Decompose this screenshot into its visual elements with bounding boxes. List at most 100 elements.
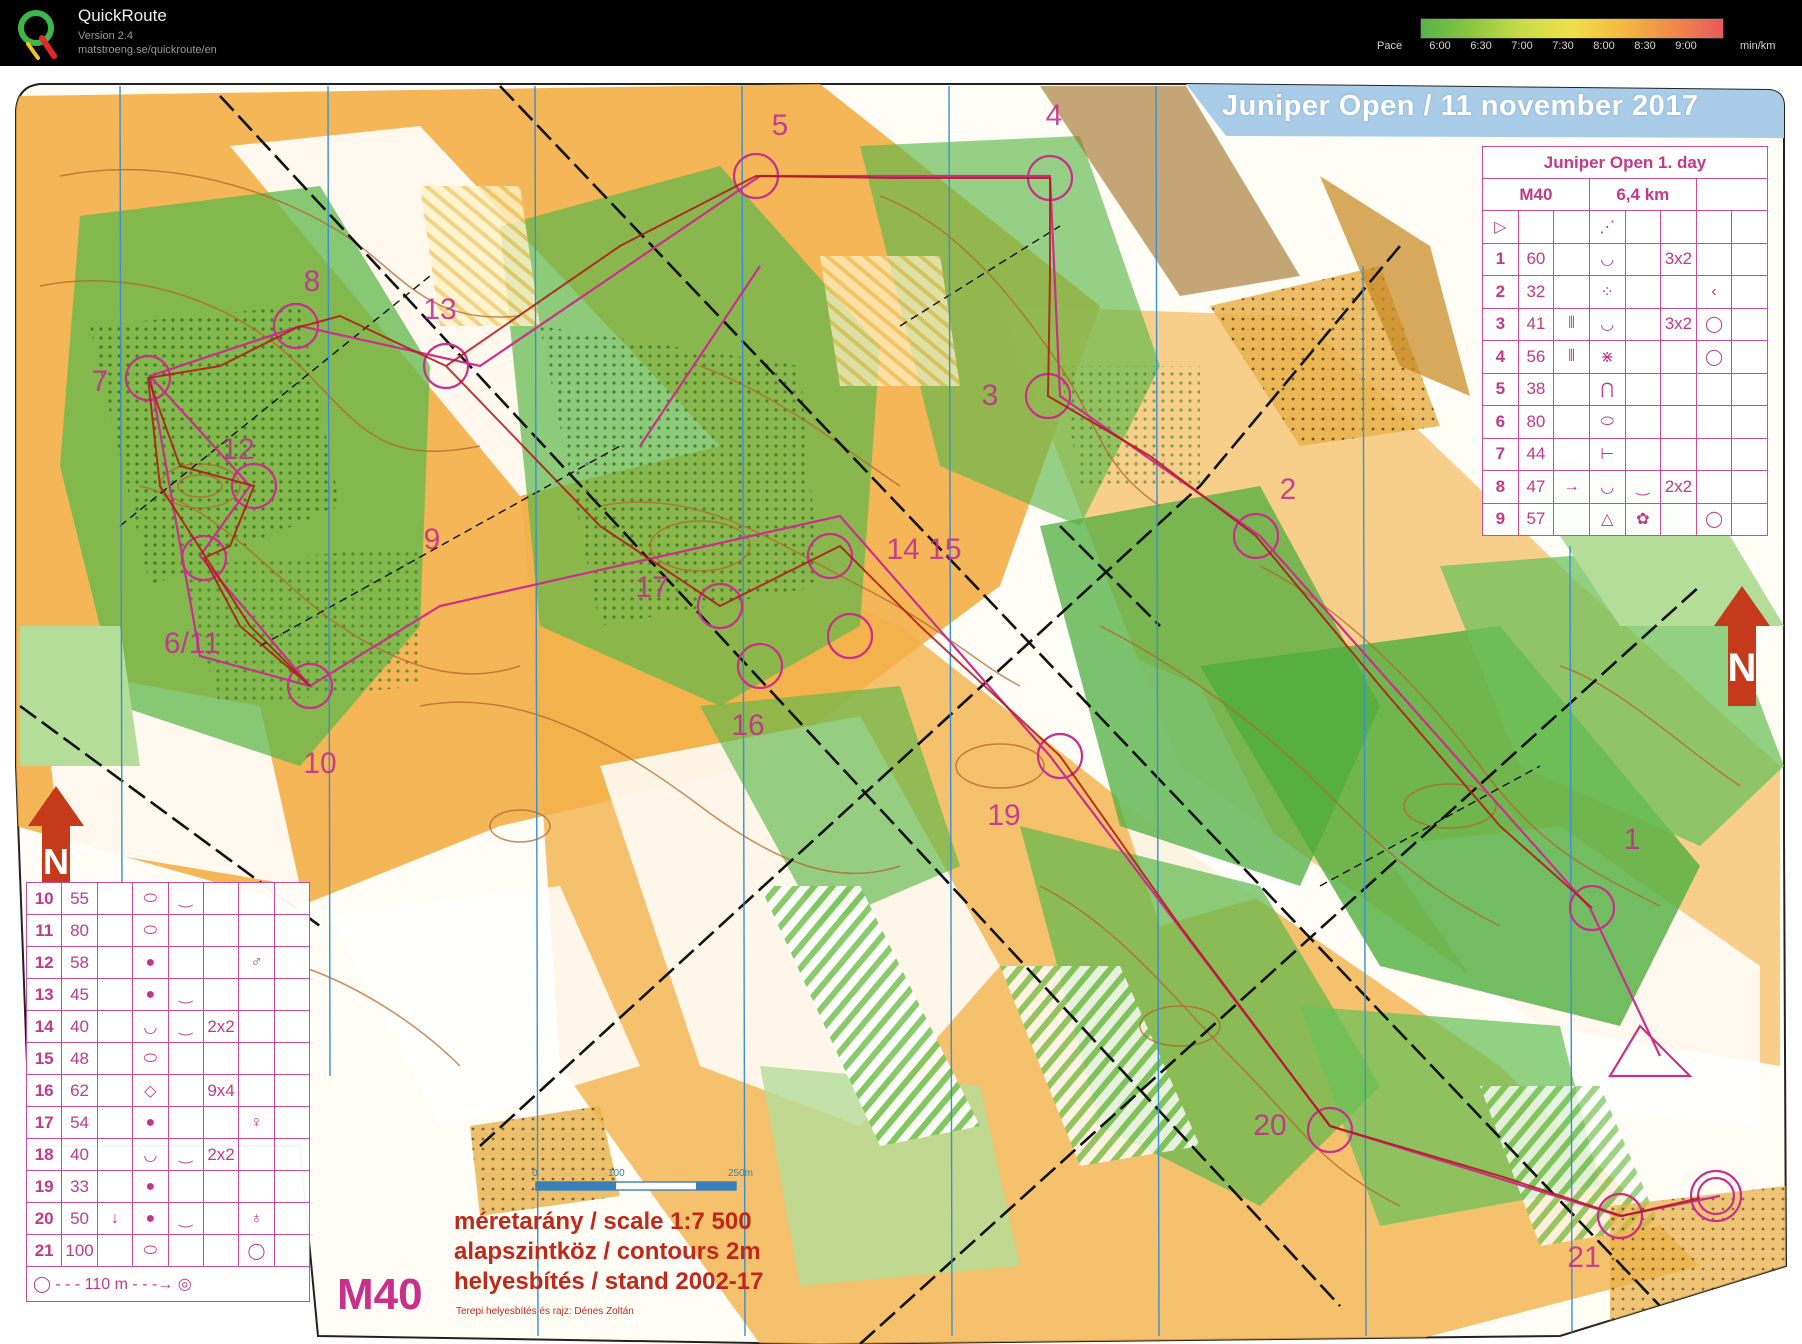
control-label-3[interactable]: 3 — [982, 379, 999, 413]
control-label-1[interactable]: 1 — [1624, 823, 1641, 857]
location-symbol-icon — [238, 1010, 275, 1043]
appearance-symbol: ‿ — [1624, 470, 1662, 504]
control-description-sheet-bottom: 10 55 ⬭ ‿ 11 80 ⬭ 12 58 ● ♂ 13 45 ● ‿ 14 40 ◡ ‿ 2x2 15 48 ⬭ 16 6… — [25, 882, 311, 1302]
control-label-4[interactable]: 4 — [1046, 99, 1063, 133]
dimension-text — [202, 978, 240, 1011]
appearance-symbol — [1624, 372, 1662, 406]
control-label-10[interactable]: 10 — [303, 747, 336, 781]
control-label-20[interactable]: 20 — [1253, 1109, 1286, 1143]
control-label-5[interactable]: 5 — [772, 109, 789, 143]
dimension-text — [202, 1234, 240, 1267]
course-header: Juniper Open 1. day — [1482, 146, 1768, 179]
extra-column — [273, 1106, 311, 1139]
feature-symbol-icon: ⋂ — [1588, 372, 1626, 406]
scale-line: méretarány / scale 1:7 500 — [454, 1208, 752, 1235]
location-symbol-icon: ◯ — [1695, 502, 1733, 536]
app-name: QuickRoute — [78, 6, 167, 25]
svg-text:N: N — [43, 841, 69, 882]
control-label-21[interactable]: 21 — [1567, 1241, 1600, 1275]
control-description-row: 12 58 ● ♂ — [25, 946, 311, 979]
extra-column — [1731, 307, 1768, 341]
dimension-text: 2x2 — [202, 1010, 240, 1043]
control-code: 48 — [61, 1042, 98, 1075]
extra-column — [1731, 437, 1768, 471]
control-description-row: 20 50 ↓ ● ‿ ♁ — [25, 1202, 311, 1235]
feature-symbol-icon: ⊢ — [1588, 437, 1626, 471]
control-number: 9 — [1482, 502, 1519, 536]
column-c-symbol — [96, 1010, 134, 1043]
control-label-14-15[interactable]: 14 15 — [886, 533, 961, 567]
control-code: 58 — [61, 946, 98, 979]
extra-column — [273, 914, 311, 947]
control-number: 17 — [25, 1106, 63, 1139]
appearance-symbol — [167, 946, 204, 979]
control-code: 38 — [1517, 372, 1555, 406]
location-symbol-icon — [1695, 405, 1733, 439]
extra-column — [1731, 405, 1768, 439]
control-code: 57 — [1517, 502, 1555, 536]
dimension-text — [1660, 372, 1697, 406]
extra-column — [1731, 275, 1768, 309]
control-number: 1 — [1482, 242, 1519, 276]
control-label-19[interactable]: 19 — [987, 799, 1020, 833]
extra-column — [273, 1138, 311, 1171]
appearance-symbol — [1624, 307, 1662, 341]
control-code: 45 — [61, 978, 98, 1011]
feature-symbol-icon: ⁘ — [1588, 275, 1626, 309]
appearance-symbol — [167, 1170, 204, 1203]
pace-ticks: 6:00 6:30 7:00 7:30 8:00 8:30 9:00 — [1420, 40, 1722, 54]
course-class: M40 — [1482, 178, 1590, 211]
control-label-2[interactable]: 2 — [1280, 473, 1297, 507]
appearance-symbol — [1624, 437, 1662, 471]
control-label-7[interactable]: 7 — [92, 365, 109, 399]
dimension-text — [1660, 437, 1697, 471]
extra-column — [1731, 502, 1768, 536]
control-description-row: 16 62 ◇ 9x4 — [25, 1074, 311, 1107]
author-line: Terepi helyesbítés és rajz: Dénes Zoltán — [456, 1306, 634, 1317]
dimension-text — [202, 946, 240, 979]
orienteering-map[interactable]: N N 0 100 250m Juniper Open / 11 novembe… — [0, 66, 1802, 1344]
feature-symbol-icon: ⬭ — [132, 1042, 169, 1075]
control-description-row: 7 44 ⊢ — [1482, 437, 1768, 471]
appearance-symbol: ‿ — [167, 978, 204, 1011]
control-description-row: 4 56 ⫴ ⋇ ◯ — [1482, 340, 1768, 374]
dimension-text: 2x2 — [1660, 470, 1697, 504]
location-symbol-icon: ◯ — [1695, 307, 1733, 341]
dimension-text — [1660, 340, 1697, 374]
control-description-sheet-top: Juniper Open 1. day M40 6,4 km ▷ ⋰ 1 60 ◡ 3… — [1482, 146, 1769, 536]
feature-symbol-icon: ◡ — [1588, 470, 1626, 504]
control-label-13[interactable]: 13 — [423, 293, 456, 327]
dimension-text — [202, 1042, 240, 1075]
control-label-12[interactable]: 12 — [221, 433, 254, 467]
location-symbol-icon — [238, 882, 275, 915]
control-description-row: 18 40 ◡ ‿ 2x2 — [25, 1138, 311, 1171]
control-label-16[interactable]: 16 — [731, 709, 764, 743]
appearance-symbol — [1624, 275, 1662, 309]
control-label-9[interactable]: 9 — [424, 523, 441, 557]
control-code: 80 — [61, 914, 98, 947]
pace-tick-label: 8:00 — [1593, 40, 1615, 52]
feature-symbol-icon: ◡ — [132, 1138, 169, 1171]
control-number: 18 — [25, 1138, 63, 1171]
feature-symbol-icon: ⬭ — [132, 914, 169, 947]
control-number: 8 — [1482, 470, 1519, 504]
control-label-6-11[interactable]: 6/11 — [164, 627, 220, 661]
scalebar-label-100: 100 — [608, 1168, 625, 1179]
finish-double-circle-icon: - - -→ ◎ — [127, 1276, 192, 1293]
control-description-row: 5 38 ⋂ — [1482, 372, 1768, 406]
extra-column — [1731, 340, 1768, 374]
extra-column — [273, 978, 311, 1011]
control-label-17[interactable]: 17 — [635, 571, 668, 605]
dimension-text: 9x4 — [202, 1074, 240, 1107]
control-number: 19 — [25, 1170, 63, 1203]
appearance-symbol: ‿ — [167, 1010, 204, 1043]
app-url[interactable]: matstroeng.se/quickroute/en — [78, 44, 217, 56]
dimension-text — [202, 1106, 240, 1139]
finish-leg-length: 110 m — [84, 1276, 128, 1293]
control-description-row: 8 47 → ◡ ‿ 2x2 — [1482, 470, 1768, 504]
control-label-8[interactable]: 8 — [304, 265, 321, 299]
appearance-symbol — [1624, 340, 1662, 374]
control-code: 55 — [61, 882, 98, 915]
extra-column — [273, 1202, 311, 1235]
feature-symbol-icon: ◡ — [1588, 242, 1626, 276]
